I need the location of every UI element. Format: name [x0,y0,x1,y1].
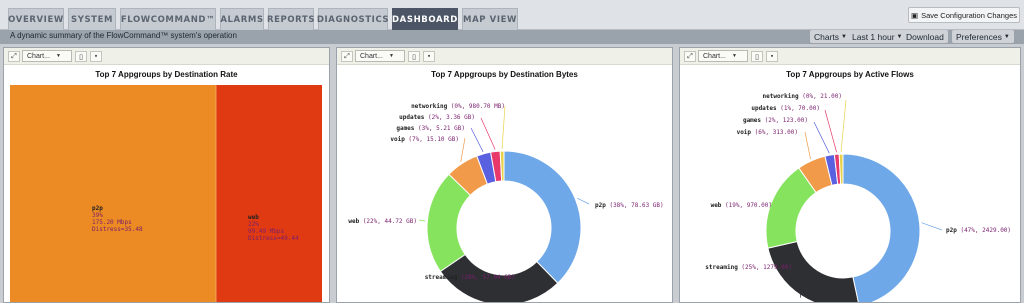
leader-line [921,222,943,231]
donut-slice-streaming[interactable] [767,240,859,303]
treemap-label-name: web [248,214,259,221]
panel-destination-bytes: ⤢ Chart... ▼ ▯ ▪ Top 7 Appgroups by Desti… [336,47,673,303]
preferences-label: Preferences [956,31,1002,42]
tab-map-view[interactable]: MAP VIEW [462,8,518,30]
leader-line [418,219,426,222]
tab-flowcommand[interactable]: FLOWCOMMAND™ [120,8,216,30]
charts-menu-label: Charts [814,31,840,42]
tab-reports[interactable]: REPORTS [267,8,314,30]
donut-label-voip: voip (7%, 15.10 GB) [390,136,459,143]
dashboard-toolbar: A dynamic summary of the FlowCommand™ sy… [0,30,1024,44]
donut-label-streaming: streaming (25%, 1279.00) [705,264,792,271]
treemap-label-percent: 22% [248,221,259,228]
treemap-label-rate: 175.20 Mbps [92,219,132,226]
donut-label-updates: updates (1%, 70.00) [751,105,820,112]
donut-label-updates: updates (2%, 3.36 GB) [399,114,475,121]
donut-label-web: web (22%, 44.72 GB) [348,218,417,225]
top-nav-bar: OVERVIEW SYSTEM FLOWCOMMAND™ ALARMS REPO… [0,0,1024,30]
tab-overview[interactable]: OVERVIEW [8,8,64,30]
tab-dashboard[interactable]: DASHBOARD [392,8,458,30]
charts-menu[interactable]: Charts ▼ [810,30,851,43]
tab-system[interactable]: SYSTEM [68,8,116,30]
leader-line [470,127,484,152]
time-range-label: Last 1 hour [852,31,895,42]
leader-line [804,131,811,160]
donut-label-p2p: p2p (38%, 78.63 GB) [595,202,664,209]
treemap-label-percent: 39% [92,212,103,219]
leader-line [813,121,830,154]
treemap-label-rate: 99.49 Mbps [248,228,285,235]
tab-alarms[interactable]: ALARMS [220,8,264,30]
time-range-menu[interactable]: Last 1 hour ▼ [848,30,907,43]
save-configuration-label: Save Configuration Changes [921,10,1017,20]
donut-chart-flows: p2p (47%, 2429.00) streaming (25%, 1279.0… [705,93,1011,303]
save-icon: ▣ [911,10,919,20]
tab-diagnostics[interactable]: DIAGNOSTICS [317,8,389,30]
leader-line [480,117,496,150]
download-button[interactable]: Download [902,30,948,43]
donut-label-networking: networking (0%, 980.70 MB) [411,103,505,110]
donut-label-web: web (19%, 970.00) [711,202,772,209]
donut-slice-p2p[interactable] [842,153,921,303]
leader-line [824,109,837,153]
page-summary: A dynamic summary of the FlowCommand™ sy… [10,31,237,40]
leader-line [577,197,590,205]
save-configuration-button[interactable]: ▣ Save Configuration Changes [908,7,1020,23]
donut-label-streaming: streaming (28%, 57.04 GB) [425,274,515,281]
treemap-label-name: p2p [92,205,103,212]
treemap-label-distress: Distress=35.48 [92,226,143,233]
leader-line [840,99,847,153]
download-label: Download [906,31,944,42]
preferences-menu[interactable]: Preferences ▼ [952,30,1014,43]
donut-label-games: games (3%, 5.21 GB) [396,125,465,132]
chevron-down-icon: ▼ [1003,33,1010,40]
panel-destination-rate: ⤢ Chart... ▼ ▯ ▪ Top 7 Appgroups by Desti… [3,47,330,303]
donut-slice-p2p[interactable] [503,150,582,284]
donut-label-networking: networking (0%, 21.00) [763,93,843,100]
donut-chart-bytes: p2p (38%, 78.63 GB) streaming (28%, 57.04… [348,103,664,302]
leader-line [501,105,506,150]
leader-line [460,137,466,162]
treemap-cell-web[interactable] [216,85,322,303]
donut-label-games: games (2%, 123.00) [743,117,808,124]
treemap-chart: p2p 39% 175.20 Mbps Distress=35.48 web 2… [10,85,322,303]
chevron-down-icon: ▼ [841,33,847,40]
treemap-cell-p2p[interactable] [10,85,216,303]
donut-label-voip: voip (6%, 313.00) [737,129,798,136]
donut-label-p2p: p2p (47%, 2429.00) [946,227,1011,234]
panel-active-flows: ⤢ Chart... ▼ ▯ ▪ Top 7 Appgroups by Activ… [679,47,1021,303]
treemap-label-distress: Distress=49.44 [248,235,299,242]
